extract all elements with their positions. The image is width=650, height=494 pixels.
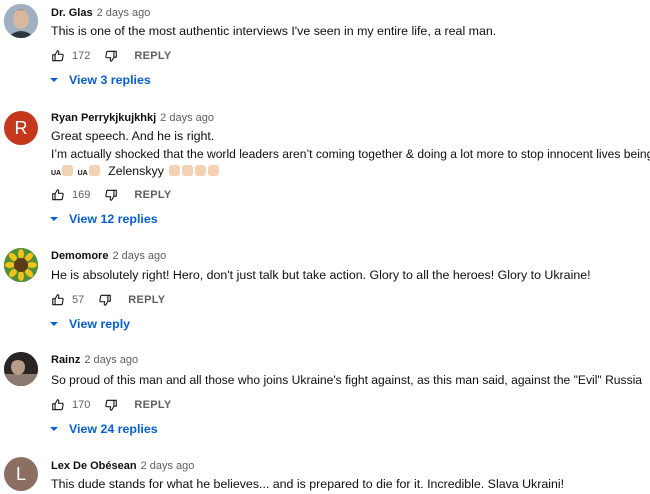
view-replies-button[interactable]: View 3 replies <box>49 72 151 88</box>
view-replies-button[interactable]: View 12 replies <box>49 211 158 227</box>
comment-actions: 57 REPLY <box>51 292 165 308</box>
reply-button[interactable]: REPLY <box>134 399 171 411</box>
comment-header: Lex De Obésean 2 days ago <box>51 459 194 473</box>
thumb-down-icon[interactable] <box>104 398 118 412</box>
chevron-down-icon <box>50 78 58 82</box>
comment-time[interactable]: 2 days ago <box>112 250 166 262</box>
comment-time[interactable]: 2 days ago <box>160 112 214 124</box>
comment-text: So proud of this man and all those who j… <box>51 373 643 387</box>
clap-emoji-icon <box>62 165 74 176</box>
clap-emoji-icon <box>194 165 206 176</box>
chevron-down-icon <box>50 427 58 431</box>
avatar[interactable] <box>4 248 38 282</box>
comment-text-line-1: Great speech. And he is right. <box>51 129 215 143</box>
comment-actions: 172 REPLY <box>51 48 172 64</box>
clap-emoji-icon <box>207 165 219 176</box>
view-replies-label: View reply <box>69 317 131 331</box>
thumb-up-icon[interactable] <box>51 188 65 202</box>
view-replies-button[interactable]: View 24 replies <box>49 421 158 437</box>
thumb-down-icon[interactable] <box>104 49 118 63</box>
view-replies-label: View 12 replies <box>69 212 158 226</box>
avatar-photo-icon <box>4 4 38 38</box>
comment-time[interactable]: 2 days ago <box>141 460 195 472</box>
view-replies-button[interactable]: View reply <box>49 316 130 332</box>
flag-text: UA <box>51 170 62 177</box>
thumb-up-icon[interactable] <box>51 398 65 412</box>
flag-text: UA <box>77 170 88 177</box>
author-name[interactable]: Rainz <box>51 354 80 366</box>
clap-emoji-icon <box>181 165 193 176</box>
comment-time[interactable]: 2 days ago <box>97 7 151 19</box>
comment-text-line-3: UA UA Zelenskyy <box>51 162 220 183</box>
author-name[interactable]: Ryan Perrykjkujkhkj <box>51 112 156 124</box>
reply-button[interactable]: REPLY <box>134 189 171 201</box>
comment-text: He is absolutely right! Hero, don't just… <box>51 268 591 282</box>
chevron-down-icon <box>50 217 58 221</box>
view-replies-label: View 3 replies <box>69 73 151 87</box>
mention-text: Zelenskyy <box>108 164 164 178</box>
comment-header: Demomore 2 days ago <box>51 249 166 263</box>
clap-emoji-icon <box>168 165 180 176</box>
comment-text: This dude stands for what he believes...… <box>51 477 565 491</box>
comment-time[interactable]: 2 days ago <box>84 354 138 366</box>
reply-button[interactable]: REPLY <box>134 50 171 62</box>
like-count: 169 <box>72 189 91 201</box>
avatar-letter: L <box>15 463 26 484</box>
avatar[interactable] <box>4 352 38 386</box>
sunflower-avatar-icon <box>4 248 38 282</box>
reply-button[interactable]: REPLY <box>128 294 165 306</box>
avatar-photo-icon <box>4 352 38 386</box>
comment-header: Ryan Perrykjkujkhkj 2 days ago <box>51 111 214 125</box>
like-count: 57 <box>72 294 85 306</box>
comment-text: This is one of the most authentic interv… <box>51 24 497 38</box>
thumb-down-icon[interactable] <box>98 293 112 307</box>
thumb-up-icon[interactable] <box>51 49 65 63</box>
author-name[interactable]: Dr. Glas <box>51 7 93 19</box>
comment-text-line-2: I’m actually shocked that the world lead… <box>51 147 650 161</box>
chevron-down-icon <box>50 322 58 326</box>
avatar[interactable] <box>4 4 38 38</box>
avatar[interactable]: L <box>4 457 38 491</box>
avatar[interactable]: R <box>4 111 38 145</box>
like-count: 170 <box>72 399 91 411</box>
comment-header: Rainz 2 days ago <box>51 353 138 367</box>
view-replies-label: View 24 replies <box>69 422 158 436</box>
comment-header: Dr. Glas 2 days ago <box>51 6 150 20</box>
comment-actions: 169 REPLY <box>51 187 172 203</box>
thumb-up-icon[interactable] <box>51 293 65 307</box>
like-count: 172 <box>72 50 91 62</box>
avatar-letter: R <box>14 117 28 138</box>
author-name[interactable]: Lex De Obésean <box>51 460 137 472</box>
author-name[interactable]: Demomore <box>51 250 108 262</box>
comment-actions: 170 REPLY <box>51 397 172 413</box>
thumb-down-icon[interactable] <box>104 188 118 202</box>
clap-emoji-icon <box>88 165 100 176</box>
